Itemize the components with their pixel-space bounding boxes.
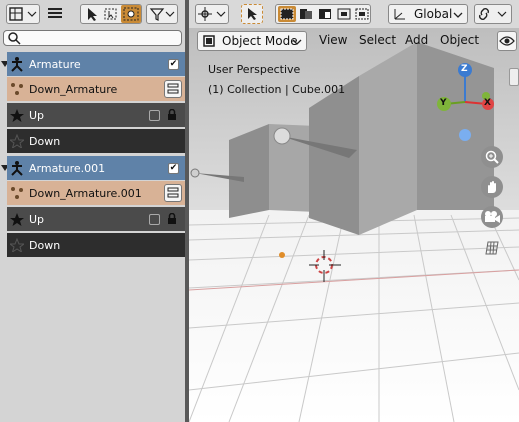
outliner-item-bone[interactable]: Up xyxy=(7,207,185,231)
outliner-item-label: Down_Armature xyxy=(29,82,118,96)
visibility-checkbox[interactable]: ✔ xyxy=(168,162,179,174)
visibility-checkbox[interactable]: ✔ xyxy=(168,58,179,70)
eye-icon xyxy=(499,36,515,46)
menu-view[interactable]: View xyxy=(319,33,347,47)
outliner-item-pose[interactable]: Down_Armature.001 xyxy=(7,181,185,205)
bone-head[interactable] xyxy=(273,127,291,145)
pose-icon xyxy=(9,81,25,97)
outliner-item-bone[interactable]: Down xyxy=(7,233,185,257)
action-icon xyxy=(167,83,179,94)
hamburger-menu-icon[interactable] xyxy=(47,6,63,23)
outliner-item-label: Down_Armature.001 xyxy=(29,186,142,200)
outliner-item-armature[interactable]: Armature.001 ✔ xyxy=(7,156,185,180)
armature-icon xyxy=(9,56,25,72)
cube-side xyxy=(229,124,269,218)
object-origin xyxy=(279,252,285,258)
bone-checkbox[interactable] xyxy=(149,213,160,225)
mode-subtract-icon[interactable] xyxy=(316,6,334,22)
zoom-icon[interactable] xyxy=(481,146,503,168)
outliner-item-label: Up xyxy=(29,108,45,122)
outliner-item-label: Down xyxy=(29,238,61,252)
bone-star-outline-icon xyxy=(9,133,25,149)
camera-icon[interactable] xyxy=(481,206,503,228)
outliner-panel: Armature ✔ Down_Armature Up Down Armatur… xyxy=(0,0,185,422)
editor-type-button[interactable] xyxy=(6,4,40,24)
pivot-point-button[interactable] xyxy=(474,4,512,24)
visibility-button[interactable] xyxy=(497,31,517,51)
object-mode-icon xyxy=(203,35,215,47)
outliner-search-input[interactable] xyxy=(3,30,182,46)
outliner-header xyxy=(0,0,185,28)
mode-extend-icon[interactable] xyxy=(297,6,315,22)
object-mode-dropdown[interactable]: Object Mode xyxy=(197,31,307,51)
bone-star-outline-icon xyxy=(9,237,25,253)
bone-star-icon xyxy=(9,107,25,123)
outliner-item-armature[interactable]: Armature ✔ xyxy=(7,52,185,76)
outliner-item-bone[interactable]: Up xyxy=(7,103,185,127)
armature-icon xyxy=(9,160,25,176)
outliner-item-label: Down xyxy=(29,134,61,148)
outliner-item-bone[interactable]: Down xyxy=(7,129,185,153)
chevron-down-icon xyxy=(453,12,463,18)
lock-icon[interactable] xyxy=(166,109,178,121)
action-editor-button[interactable] xyxy=(164,184,182,202)
mode-intersect-icon[interactable] xyxy=(353,6,371,22)
pan-hand-icon[interactable] xyxy=(481,176,503,198)
viewport-collection-label: (1) Collection | Cube.001 xyxy=(208,83,346,96)
outliner-item-label: Up xyxy=(29,212,45,226)
select-tool-button[interactable] xyxy=(241,4,263,24)
orientation-axes-icon xyxy=(394,9,405,20)
object-mode-value: Object Mode xyxy=(222,34,298,48)
gizmo-z-label: Z xyxy=(461,64,468,74)
menu-object[interactable]: Object xyxy=(440,33,479,47)
filter-button[interactable] xyxy=(146,4,178,24)
menu-select[interactable]: Select xyxy=(359,33,396,47)
pose-select-icon[interactable] xyxy=(121,5,141,23)
outliner-item-label: Armature xyxy=(29,57,81,71)
viewport-perspective-label: User Perspective xyxy=(208,63,301,76)
mode-new-icon[interactable] xyxy=(278,6,296,22)
selection-mode-group xyxy=(275,4,371,24)
outliner-editor-icon xyxy=(9,7,37,21)
grid-projection-icon[interactable] xyxy=(484,240,500,259)
cursor-arrow-icon xyxy=(248,8,257,20)
action-editor-button[interactable] xyxy=(164,80,182,98)
sidebar-toggle[interactable] xyxy=(509,68,519,86)
link-icon xyxy=(479,8,507,20)
select-cursor-icon[interactable] xyxy=(83,6,100,22)
gizmo-y-label: Y xyxy=(440,98,447,108)
bone-star-icon xyxy=(9,211,25,227)
lock-icon[interactable] xyxy=(166,213,178,225)
editor-type-button[interactable] xyxy=(195,4,229,24)
viewport-editor-icon xyxy=(198,7,226,21)
orientation-value: Global xyxy=(414,7,453,21)
box-select-icon[interactable] xyxy=(102,6,119,22)
menu-add[interactable]: Add xyxy=(405,33,428,47)
selection-filter-group xyxy=(80,4,142,24)
gizmo-x-label: X xyxy=(484,98,491,108)
viewport-area: Z Y X User Perspective (1) Collection | … xyxy=(189,0,519,422)
outliner-item-label: Armature.001 xyxy=(29,161,106,175)
filter-funnel-icon xyxy=(149,8,175,21)
mode-invert-icon[interactable] xyxy=(335,6,353,22)
transform-orientation-dropdown[interactable]: Global xyxy=(388,4,468,24)
viewport-header: Global xyxy=(189,0,519,28)
pose-icon xyxy=(9,185,25,201)
bone-head[interactable] xyxy=(190,168,200,178)
bone-checkbox[interactable] xyxy=(149,109,160,121)
search-icon xyxy=(8,32,21,45)
chevron-down-icon xyxy=(292,39,302,45)
action-icon xyxy=(167,187,179,198)
outliner-item-pose[interactable]: Down_Armature xyxy=(7,77,185,101)
